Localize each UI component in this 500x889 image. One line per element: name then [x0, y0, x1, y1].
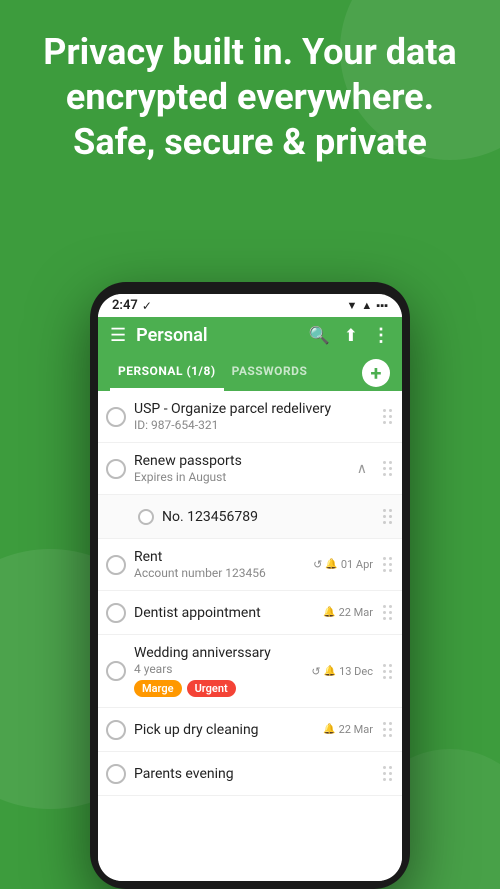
- drag-handle: [381, 762, 394, 785]
- check-circle[interactable]: [106, 764, 126, 784]
- item-body: Dentist appointment: [134, 605, 315, 621]
- item-meta: 🔔 22 Mar: [323, 723, 373, 736]
- bell-icon: 🔔: [323, 607, 335, 618]
- due-date: 01 Apr: [341, 558, 373, 571]
- share-icon[interactable]: ⬆: [344, 326, 358, 346]
- add-item-button[interactable]: +: [362, 359, 390, 387]
- drag-handle: [381, 718, 394, 741]
- wifi-icon: ▼: [347, 299, 358, 312]
- item-title: Parents evening: [134, 766, 373, 782]
- tab-bar: PERSONAL (1/8) PASSWORDS +: [98, 354, 402, 391]
- item-subtitle: ID: 987-654-321: [134, 418, 373, 432]
- collapse-button[interactable]: ∧: [351, 459, 373, 479]
- check-circle[interactable]: [106, 661, 126, 681]
- search-icon[interactable]: 🔍: [309, 326, 330, 346]
- list-item-sub[interactable]: No. 123456789: [98, 495, 402, 539]
- hero-section: Privacy built in. Your data encrypted ev…: [0, 30, 500, 165]
- menu-icon[interactable]: ☰: [110, 325, 126, 346]
- tag-marge[interactable]: Marge: [134, 680, 182, 697]
- item-body: No. 123456789: [162, 509, 373, 525]
- due-date: 22 Mar: [339, 723, 373, 736]
- due-date: 13 Dec: [339, 665, 373, 678]
- item-meta: ↺ 🔔 01 Apr: [313, 558, 373, 571]
- list-item[interactable]: Dentist appointment 🔔 22 Mar: [98, 591, 402, 635]
- phone-mockup: 2:47 ✓ ▼ ▲ ▪▪▪ ☰ Personal 🔍 ⬆ ⋮: [90, 282, 410, 889]
- check-circle[interactable]: [106, 459, 126, 479]
- list-item[interactable]: Parents evening: [98, 752, 402, 796]
- battery-icon: ▪▪▪: [376, 299, 388, 312]
- bell-icon: 🔔: [325, 559, 337, 570]
- item-title: USP - Organize parcel redelivery: [134, 401, 373, 417]
- item-subtitle: Expires in August: [134, 470, 343, 484]
- item-title: Dentist appointment: [134, 605, 315, 621]
- list-content: USP - Organize parcel redelivery ID: 987…: [98, 391, 402, 881]
- tag-urgent[interactable]: Urgent: [187, 680, 236, 697]
- item-body: Pick up dry cleaning: [134, 722, 315, 738]
- item-title: No. 123456789: [162, 509, 373, 525]
- status-icons: ▼ ▲ ▪▪▪: [347, 299, 388, 312]
- check-circle[interactable]: [106, 720, 126, 740]
- bell-icon: 🔔: [323, 724, 335, 735]
- app-title: Personal: [136, 325, 298, 346]
- item-title: Rent: [134, 549, 305, 565]
- check-circle[interactable]: [106, 603, 126, 623]
- item-body: Parents evening: [134, 766, 373, 782]
- list-item[interactable]: USP - Organize parcel redelivery ID: 987…: [98, 391, 402, 443]
- drag-handle: [381, 660, 394, 683]
- drag-handle: [381, 457, 394, 480]
- drag-handle: [381, 601, 394, 624]
- drag-handle: [381, 553, 394, 576]
- item-title: Pick up dry cleaning: [134, 722, 315, 738]
- drag-handle: [381, 405, 394, 428]
- phone-body: 2:47 ✓ ▼ ▲ ▪▪▪ ☰ Personal 🔍 ⬆ ⋮: [90, 282, 410, 889]
- item-body: Renew passports Expires in August: [134, 453, 343, 484]
- app-bar: ☰ Personal 🔍 ⬆ ⋮: [98, 317, 402, 354]
- check-circle-small[interactable]: [138, 509, 154, 525]
- refresh-icon: ↺: [313, 558, 322, 571]
- list-item[interactable]: Renew passports Expires in August ∧: [98, 443, 402, 495]
- list-item[interactable]: Pick up dry cleaning 🔔 22 Mar: [98, 708, 402, 752]
- item-meta: 🔔 22 Mar: [323, 606, 373, 619]
- status-check-icon: ✓: [142, 299, 152, 313]
- item-body: Wedding anniverssary 4 years Marge Urgen…: [134, 645, 303, 697]
- list-item[interactable]: Rent Account number 123456 ↺ 🔔 01 Apr: [98, 539, 402, 591]
- item-body: Rent Account number 123456: [134, 549, 305, 580]
- refresh-icon: ↺: [311, 665, 320, 678]
- item-body: USP - Organize parcel redelivery ID: 987…: [134, 401, 373, 432]
- tab-passwords[interactable]: PASSWORDS: [224, 354, 316, 391]
- tab-personal[interactable]: PERSONAL (1/8): [110, 354, 224, 391]
- bell-icon: 🔔: [324, 666, 336, 677]
- drag-handle: [381, 505, 394, 528]
- check-circle[interactable]: [106, 555, 126, 575]
- signal-icon: ▲: [361, 299, 372, 312]
- item-tags: Marge Urgent: [134, 680, 303, 697]
- item-subtitle: Account number 123456: [134, 566, 305, 580]
- due-date: 22 Mar: [339, 606, 373, 619]
- check-circle[interactable]: [106, 407, 126, 427]
- app-bar-actions: 🔍 ⬆ ⋮: [309, 325, 390, 346]
- more-options-icon[interactable]: ⋮: [372, 325, 390, 346]
- item-subtitle: 4 years: [134, 662, 303, 676]
- status-time: 2:47: [112, 298, 138, 313]
- phone-screen: 2:47 ✓ ▼ ▲ ▪▪▪ ☰ Personal 🔍 ⬆ ⋮: [98, 294, 402, 881]
- list-item[interactable]: Wedding anniverssary 4 years Marge Urgen…: [98, 635, 402, 708]
- hero-title: Privacy built in. Your data encrypted ev…: [30, 30, 470, 165]
- item-title: Wedding anniverssary: [134, 645, 303, 661]
- item-meta: ↺ 🔔 13 Dec: [311, 665, 373, 678]
- item-title: Renew passports: [134, 453, 343, 469]
- status-bar: 2:47 ✓ ▼ ▲ ▪▪▪: [98, 294, 402, 317]
